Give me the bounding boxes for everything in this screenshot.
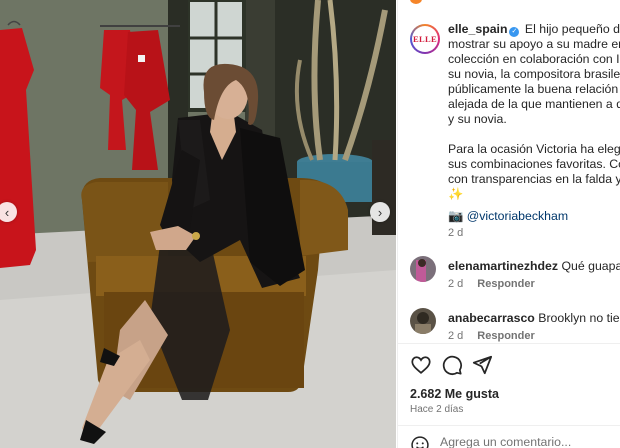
commenter-avatar[interactable] <box>410 256 436 282</box>
caption-body: El hijo pequeño de los mostrar su apoyo … <box>448 22 620 201</box>
reply-button[interactable]: Responder <box>477 278 534 290</box>
account-username[interactable]: elle_spain <box>448 22 507 36</box>
caption-text: elle_spain✓ El hijo pequeño de los mostr… <box>448 22 620 202</box>
commenter-avatar[interactable] <box>410 308 436 334</box>
comment-body: Brooklyn no tiene no <box>538 311 620 325</box>
reply-button[interactable]: Responder <box>477 330 534 342</box>
post-details-panel: ELLE elle_spain✓ El hijo pequeño de los … <box>397 0 620 448</box>
comment-username[interactable]: anabecarrasco <box>448 311 535 325</box>
story-ring-fragment <box>410 0 422 4</box>
avatar-logo-text: ELLE <box>412 26 438 52</box>
comment-time[interactable]: 2 d <box>448 330 463 342</box>
comment-body: Qué guapa 😍 <box>561 259 620 273</box>
comment-meta: 2 d Responder <box>448 278 535 290</box>
comment-meta: 2 d Responder <box>448 330 535 342</box>
actions-divider <box>398 343 620 344</box>
comment-text: elenamartinezhdez Qué guapa 😍 <box>448 259 620 273</box>
camera-emoji-icon: 📷 <box>448 209 464 223</box>
account-avatar[interactable]: ELLE <box>410 24 440 54</box>
likes-count[interactable]: 2.682 Me gusta <box>410 387 499 401</box>
post-photo-illustration <box>0 0 396 448</box>
post-timestamp[interactable]: Hace 2 días <box>410 404 463 415</box>
emoji-smile-icon[interactable] <box>410 435 430 448</box>
caption-mention-row: 📷 @victoriabeckham <box>448 209 568 224</box>
mention-link[interactable]: @victoriabeckham <box>467 209 568 223</box>
verified-badge-icon: ✓ <box>509 27 520 37</box>
heart-outline-icon[interactable] <box>410 354 432 376</box>
paper-plane-icon[interactable] <box>471 354 493 376</box>
add-comment-input[interactable] <box>440 433 610 448</box>
chevron-right-icon[interactable]: › <box>370 202 390 222</box>
comment-username[interactable]: elenamartinezhdez <box>448 259 558 273</box>
post-photo[interactable]: ‹ › <box>0 0 396 448</box>
comment-text: anabecarrasco Brooklyn no tiene no <box>448 311 620 325</box>
comment-bubble-icon[interactable] <box>441 354 463 376</box>
caption-timestamp[interactable]: 2 d <box>448 227 463 239</box>
comment-input-divider <box>398 425 620 426</box>
comment-time[interactable]: 2 d <box>448 278 463 290</box>
